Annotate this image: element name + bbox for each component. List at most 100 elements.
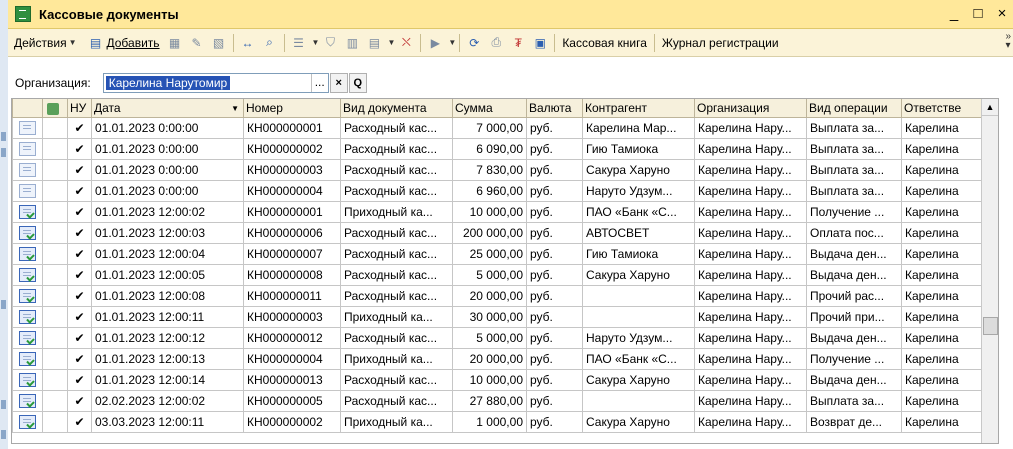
- maximize-button[interactable]: □: [971, 5, 985, 22]
- cell-sum: 30 000,00: [452, 306, 527, 328]
- posted-document-icon: [19, 247, 36, 262]
- cell-contractor: [582, 306, 695, 328]
- column-header-contractor[interactable]: Контрагент: [582, 99, 695, 118]
- column-header-status[interactable]: [42, 99, 68, 118]
- organization-field[interactable]: Карелина Нарутомир ...: [102, 73, 329, 93]
- actions-menu-button[interactable]: Действия ▼: [10, 32, 81, 54]
- clear-button[interactable]: ×: [329, 73, 348, 93]
- cell-resp: Карелина: [901, 306, 982, 328]
- table-row[interactable]: ✔ 01.01.2023 0:00:00 КН000000002 Расходный …: [12, 138, 982, 160]
- cell-resp: Карелина: [901, 390, 982, 412]
- cell-nu: ✔: [67, 264, 92, 286]
- cell-org: Карелина Нару...: [694, 327, 807, 349]
- table-row[interactable]: ✔ 01.01.2023 0:00:00 КН000000003 Расходный …: [12, 159, 982, 181]
- cell-contractor: Карелина Мар...: [582, 117, 695, 139]
- posted-document-icon: [19, 352, 36, 367]
- cell-number: КН000000008: [243, 264, 341, 286]
- list-mode-icon[interactable]: ☰: [291, 35, 307, 51]
- cell-resp: Карелина: [901, 369, 982, 391]
- cell-currency: руб.: [526, 306, 583, 328]
- add-button[interactable]: ▤ Добавить: [81, 32, 164, 54]
- cell-sum: 5 000,00: [452, 264, 527, 286]
- cell-op: Выплата за...: [806, 117, 902, 139]
- column-header-doctype[interactable]: Вид документа: [340, 99, 453, 118]
- search-icon[interactable]: Q: [348, 73, 367, 93]
- close-button[interactable]: ×: [995, 5, 1009, 22]
- table-row[interactable]: ✔ 01.01.2023 0:00:00 КН000000001 Расходный …: [12, 117, 982, 139]
- print-icon[interactable]: ⎙: [488, 35, 504, 51]
- column-header-sum[interactable]: Сумма: [452, 99, 527, 118]
- cell-contractor: Сакура Харуно: [582, 369, 695, 391]
- cell-org: Карелина Нару...: [694, 201, 807, 223]
- chevron-down-icon: ▼: [387, 38, 396, 47]
- chevron-down-icon: ▼: [448, 38, 457, 47]
- table-row[interactable]: ✔ 01.01.2023 12:00:04 КН000000007 Расходный…: [12, 243, 982, 265]
- delete-mark-icon[interactable]: ▧: [211, 35, 227, 51]
- table-row[interactable]: ✔ 01.01.2023 12:00:08 КН000000011 Расходный…: [12, 285, 982, 307]
- clear-filter-icon[interactable]: ⛌: [398, 35, 414, 51]
- copy-icon[interactable]: ▦: [167, 35, 183, 51]
- scroll-thumb[interactable]: [983, 317, 998, 335]
- cell-doctype: Приходный ка...: [340, 306, 453, 328]
- report-icon[interactable]: ▣: [532, 35, 548, 51]
- row-doc-cell: [12, 285, 43, 307]
- find-icon[interactable]: ⌕: [262, 35, 278, 51]
- document-icon: [19, 163, 36, 178]
- minimize-button[interactable]: _: [947, 5, 961, 22]
- enter-based-icon[interactable]: ▶: [427, 35, 443, 51]
- organization-label: Организация:: [15, 76, 91, 90]
- cell-date: 03.03.2023 12:00:11: [91, 411, 244, 433]
- cell-number: КН000000002: [243, 411, 341, 433]
- table-row[interactable]: ✔ 01.01.2023 0:00:00 КН000000004 Расходный …: [12, 180, 982, 202]
- cell-date: 01.01.2023 12:00:14: [91, 369, 244, 391]
- table-row[interactable]: ✔ 01.01.2023 12:00:12 КН000000012 Расходный…: [12, 327, 982, 349]
- column-header-responsible[interactable]: Ответстве: [901, 99, 982, 118]
- filter-list-icon[interactable]: ▥: [344, 35, 360, 51]
- cell-currency: руб.: [526, 117, 583, 139]
- cell-currency: руб.: [526, 138, 583, 160]
- cell-nu: ✔: [67, 348, 92, 370]
- scroll-up-icon[interactable]: ▲: [982, 99, 998, 116]
- column-header-nu[interactable]: НУ: [67, 99, 92, 118]
- cell-sum: 1 000,00: [452, 411, 527, 433]
- period-icon[interactable]: ↔: [240, 35, 256, 51]
- table-row[interactable]: ✔ 01.01.2023 12:00:03 КН000000006 Расходный…: [12, 222, 982, 244]
- date-header-label: Дата: [94, 101, 121, 115]
- posted-document-icon: [19, 289, 36, 304]
- cashbook-button[interactable]: Кассовая книга: [558, 32, 651, 54]
- row-status-cell: [42, 327, 68, 349]
- table-row[interactable]: ✔ 01.01.2023 12:00:14 КН000000013 Расходный…: [12, 369, 982, 391]
- select-button[interactable]: ...: [310, 74, 328, 92]
- cell-sum: 6 090,00: [452, 138, 527, 160]
- toolbar-overflow-button[interactable]: » ▾: [1005, 31, 1011, 51]
- row-status-cell: [42, 285, 68, 307]
- column-header-icon[interactable]: [12, 99, 43, 118]
- column-header-organization[interactable]: Организация: [694, 99, 807, 118]
- table-row[interactable]: ✔ 01.01.2023 12:00:05 КН000000008 Расходный…: [12, 264, 982, 286]
- row-doc-cell: [12, 411, 43, 433]
- table-row[interactable]: ✔ 01.01.2023 12:00:02 КН000000001 Приходный…: [12, 201, 982, 223]
- filter-icon[interactable]: ⛉: [322, 35, 338, 51]
- window-title: Кассовые документы: [39, 6, 179, 22]
- column-header-currency[interactable]: Валюта: [526, 99, 583, 118]
- table-row[interactable]: ✔ 01.01.2023 12:00:13 КН000000004 Приходный…: [12, 348, 982, 370]
- journal-button[interactable]: Журнал регистрации: [658, 32, 783, 54]
- cell-currency: руб.: [526, 369, 583, 391]
- column-header-date[interactable]: Дата ▼: [91, 99, 244, 118]
- cell-date: 01.01.2023 12:00:11: [91, 306, 244, 328]
- overflow-icon: »: [1005, 31, 1011, 42]
- edit-icon[interactable]: ✎: [189, 35, 205, 51]
- cell-doctype: Расходный кас...: [340, 390, 453, 412]
- column-header-number[interactable]: Номер: [243, 99, 341, 118]
- filter-history-icon[interactable]: ▤: [366, 35, 382, 51]
- vertical-scrollbar[interactable]: ▲: [981, 99, 998, 443]
- column-header-operation[interactable]: Вид операции: [806, 99, 902, 118]
- table-row[interactable]: ✔ 02.02.2023 12:00:02 КН000000005 Расходный…: [12, 390, 982, 412]
- table-row[interactable]: ✔ 03.03.2023 12:00:11 КН000000002 Приходный…: [12, 411, 982, 433]
- dt-kt-icon[interactable]: ₮: [510, 35, 526, 51]
- row-status-cell: [42, 180, 68, 202]
- table-row[interactable]: ✔ 01.01.2023 12:00:11 КН000000003 Приходный…: [12, 306, 982, 328]
- refresh-icon[interactable]: ⟳: [466, 35, 482, 51]
- add-label: Добавить: [106, 35, 160, 50]
- cell-date: 01.01.2023 12:00:05: [91, 264, 244, 286]
